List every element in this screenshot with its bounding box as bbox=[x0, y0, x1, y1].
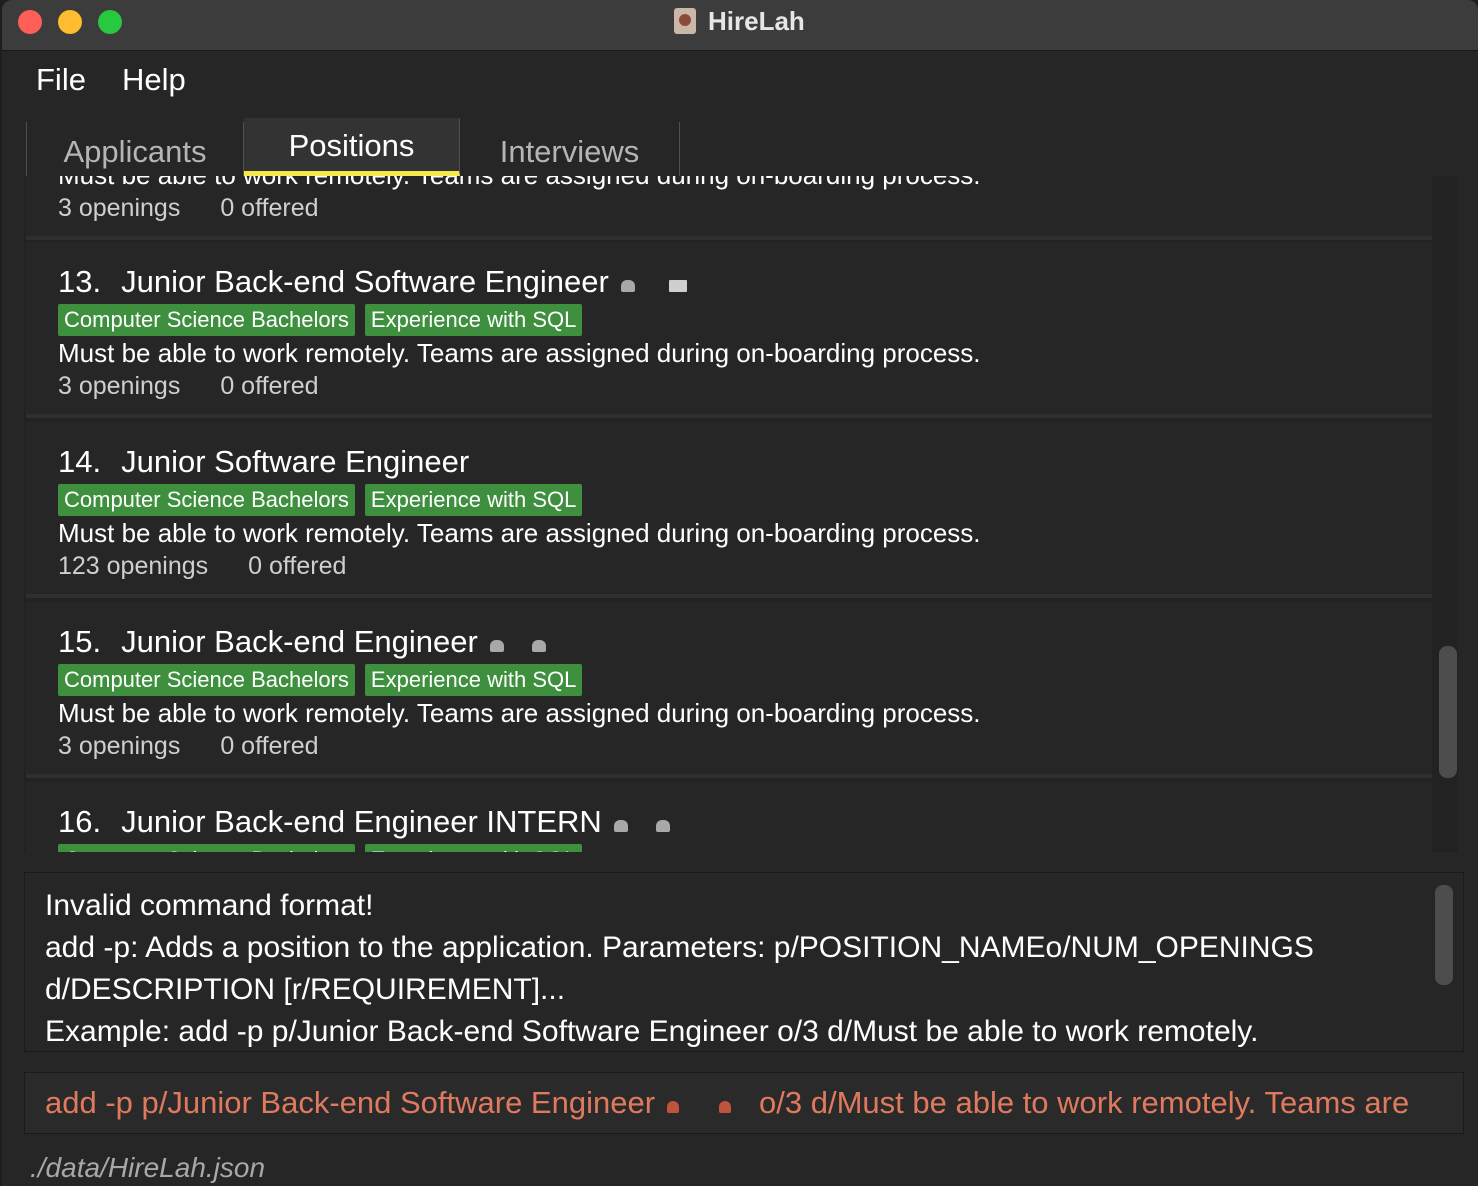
window-title: HireLah bbox=[708, 6, 805, 36]
position-tags: Computer Science Bachelors Experience wit… bbox=[58, 664, 592, 696]
position-offered: 0 offered bbox=[220, 732, 319, 760]
menu-bar: File Help bbox=[2, 52, 1478, 110]
emoji-icon bbox=[719, 1101, 732, 1113]
position-title: 15. Junior Back-end Engineer bbox=[58, 624, 546, 660]
emoji-icon bbox=[620, 280, 635, 292]
position-meta: 3 openings 0 offered bbox=[58, 732, 319, 761]
menu-file[interactable]: File bbox=[36, 62, 86, 98]
emoji-icon bbox=[531, 640, 546, 652]
position-index: 16. bbox=[58, 804, 102, 839]
position-card[interactable]: 16. Junior Back-end Engineer INTERN Compu… bbox=[26, 782, 1432, 852]
position-card[interactable]: 14. Junior Software Engineer Computer Sci… bbox=[26, 422, 1432, 598]
command-input[interactable]: add -p p/Junior Back-end Software Engine… bbox=[45, 1085, 1409, 1121]
requirement-tag: Computer Science Bachelors bbox=[58, 664, 355, 696]
position-name: Junior Software Engineer bbox=[121, 444, 470, 479]
result-line: add -p: Adds a position to the applicati… bbox=[45, 931, 1314, 1006]
emoji-icon bbox=[613, 820, 628, 832]
menu-help[interactable]: Help bbox=[122, 62, 186, 98]
position-name: Junior Back-end Engineer INTERN bbox=[121, 804, 602, 839]
requirement-tag: Computer Science Bachelors bbox=[58, 484, 355, 516]
command-box[interactable]: add -p p/Junior Back-end Software Engine… bbox=[24, 1072, 1464, 1134]
result-scrollbar[interactable] bbox=[1435, 885, 1453, 985]
position-tags: Computer Science Bachelors Experience wit… bbox=[58, 484, 592, 516]
position-offered: 0 offered bbox=[220, 372, 319, 400]
command-text-part: add -p p/Junior Back-end Software Engine… bbox=[45, 1085, 656, 1120]
list-scrollbar[interactable] bbox=[1439, 646, 1457, 778]
emoji-icon bbox=[668, 280, 687, 292]
title-bar: HireLah bbox=[2, 0, 1478, 51]
requirement-tag: Experience with SQL bbox=[364, 484, 583, 516]
emoji-icon bbox=[667, 1101, 680, 1113]
result-line: Example: add -p p/Junior Back-end Softwa… bbox=[45, 1015, 1259, 1048]
tab-positions[interactable]: Positions bbox=[244, 118, 460, 176]
emoji-icon bbox=[655, 820, 670, 832]
close-window-button[interactable] bbox=[18, 10, 42, 34]
position-tags: Computer Science Bachelors Experience wit… bbox=[58, 844, 592, 852]
position-offered: 0 offered bbox=[248, 552, 347, 580]
position-description: Must be able to work remotely. Teams are… bbox=[58, 698, 981, 728]
position-openings: 3 openings bbox=[58, 372, 181, 400]
position-card[interactable]: 15. Junior Back-end Engineer Computer Sci… bbox=[26, 602, 1432, 778]
requirement-tag: Computer Science Bachelors bbox=[58, 844, 355, 852]
requirement-tag: Computer Science Bachelors bbox=[58, 304, 355, 336]
position-openings: 3 openings bbox=[58, 732, 181, 760]
position-card[interactable]: Must be able to work remotely. Teams are… bbox=[26, 176, 1432, 240]
status-bar: ./data/HireLah.json bbox=[2, 1150, 1478, 1186]
position-meta: 3 openings 0 offered bbox=[58, 194, 319, 223]
minimize-window-button[interactable] bbox=[58, 10, 82, 34]
position-description: Must be able to work remotely. Teams are… bbox=[58, 176, 981, 191]
position-description: Must be able to work remotely. Teams are… bbox=[58, 518, 981, 548]
position-meta: 123 openings 0 offered bbox=[58, 552, 346, 581]
emoji-icon bbox=[489, 640, 504, 652]
requirement-tag: Experience with SQL bbox=[364, 664, 583, 696]
app-window: HireLah File Help Applicants Positions I… bbox=[2, 0, 1478, 1186]
tab-applicants[interactable]: Applicants bbox=[26, 122, 244, 176]
position-name: Junior Back-end Engineer bbox=[121, 624, 478, 659]
position-name: Junior Back-end Software Engineer bbox=[121, 264, 609, 299]
requirement-tag: Experience with SQL bbox=[364, 844, 583, 852]
position-tags: Computer Science Bachelors Experience wit… bbox=[58, 304, 592, 336]
position-card[interactable]: 13. Junior Back-end Software Engineer Com… bbox=[26, 242, 1432, 418]
result-text: Invalid command format! add -p: Adds a p… bbox=[45, 885, 1425, 1053]
positions-list[interactable]: Must be able to work remotely. Teams are… bbox=[24, 176, 1458, 852]
position-description: Must be able to work remotely. Teams are… bbox=[58, 338, 981, 368]
data-file-path: ./data/HireLah.json bbox=[30, 1152, 266, 1183]
result-display: Invalid command format! add -p: Adds a p… bbox=[24, 872, 1464, 1052]
position-meta: 3 openings 0 offered bbox=[58, 372, 319, 401]
tab-interviews[interactable]: Interviews bbox=[460, 122, 680, 176]
position-title: 13. Junior Back-end Software Engineer bbox=[58, 264, 687, 300]
app-logo-icon bbox=[674, 8, 696, 34]
result-line: Invalid command format! bbox=[45, 889, 374, 922]
position-index: 15. bbox=[58, 624, 102, 659]
position-index: 13. bbox=[58, 264, 102, 299]
maximize-window-button[interactable] bbox=[98, 10, 122, 34]
requirement-tag: Experience with SQL bbox=[364, 304, 583, 336]
position-index: 14. bbox=[58, 444, 102, 479]
position-openings: 123 openings bbox=[58, 552, 209, 580]
tab-bar: Applicants Positions Interviews bbox=[24, 118, 1454, 176]
position-title: 14. Junior Software Engineer bbox=[58, 444, 469, 480]
position-title: 16. Junior Back-end Engineer INTERN bbox=[58, 804, 670, 840]
position-openings: 3 openings bbox=[58, 194, 181, 222]
position-offered: 0 offered bbox=[220, 194, 319, 222]
command-text-part: o/3 d/Must be able to work remotely. Tea… bbox=[759, 1085, 1410, 1120]
